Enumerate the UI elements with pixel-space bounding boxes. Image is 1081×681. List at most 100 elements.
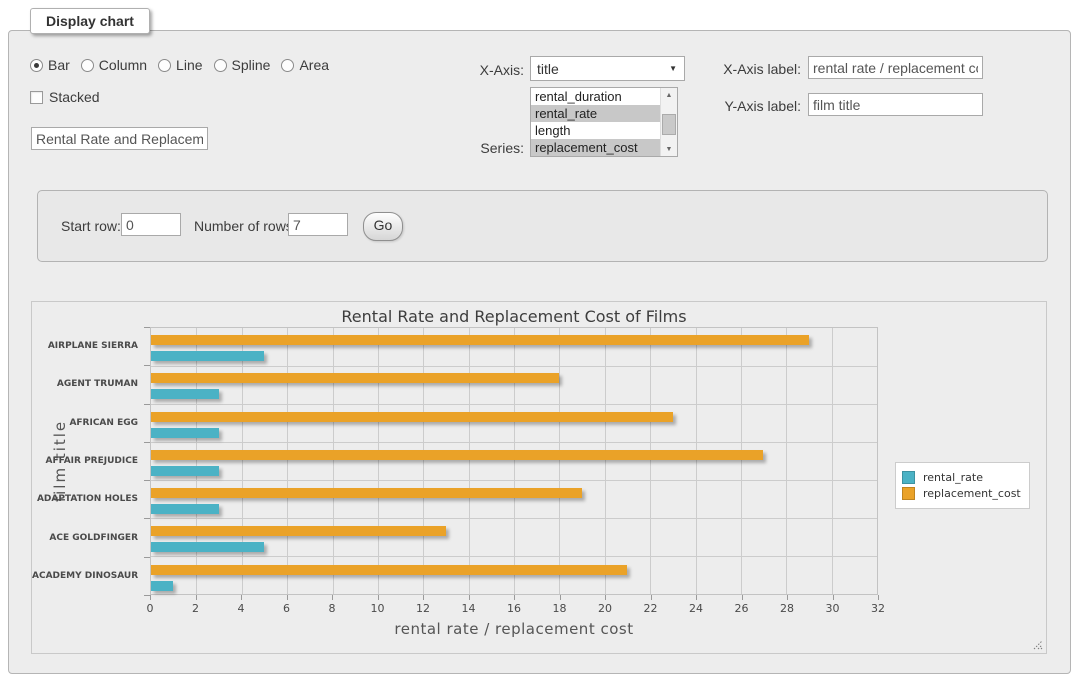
scroll-up-icon[interactable]: ▲ bbox=[661, 88, 677, 102]
y-axis-label-input[interactable] bbox=[808, 93, 983, 116]
series-option-replacement_cost[interactable]: replacement_cost bbox=[531, 139, 661, 156]
x-tick-mark bbox=[696, 595, 697, 600]
y-tick-mark bbox=[144, 518, 150, 519]
x-axis-selected-value: title bbox=[537, 61, 559, 77]
y-tick-mark bbox=[144, 557, 150, 558]
chart-type-option-bar[interactable]: Bar bbox=[30, 57, 70, 73]
series-option-rental_duration[interactable]: rental_duration bbox=[531, 88, 661, 105]
x-tick-mark bbox=[469, 595, 470, 600]
category-label: AIRPLANE SIERRA bbox=[32, 341, 138, 351]
x-tick-label: 14 bbox=[454, 602, 484, 615]
x-tick-mark bbox=[878, 595, 879, 600]
stacked-checkbox[interactable] bbox=[30, 91, 43, 104]
y-tick-mark bbox=[144, 480, 150, 481]
x-tick-mark bbox=[651, 595, 652, 600]
x-tick-mark bbox=[514, 595, 515, 600]
x-tick-label: 22 bbox=[636, 602, 666, 615]
radio-label: Spline bbox=[232, 57, 271, 73]
chart-type-radios: Bar Column Line Spline Area bbox=[30, 57, 340, 73]
scroll-down-icon[interactable]: ▼ bbox=[661, 142, 677, 156]
radio-icon[interactable] bbox=[214, 59, 227, 72]
legend-label: replacement_cost bbox=[923, 487, 1021, 500]
x-tick-mark bbox=[150, 595, 151, 600]
row-range-panel bbox=[37, 190, 1048, 262]
x-tick-label: 26 bbox=[727, 602, 757, 615]
radio-label: Column bbox=[99, 57, 147, 73]
radio-label: Bar bbox=[48, 57, 70, 73]
start-row-label: Start row: bbox=[61, 218, 121, 234]
stacked-label: Stacked bbox=[49, 89, 100, 105]
x-tick-label: 24 bbox=[681, 602, 711, 615]
x-axis-label-field-label: X-Axis label: bbox=[691, 61, 801, 77]
bar-replacement_cost bbox=[151, 373, 559, 383]
y-axis-label-field-label: Y-Axis label: bbox=[691, 98, 801, 114]
x-tick-mark bbox=[241, 595, 242, 600]
bar-group bbox=[151, 481, 877, 519]
y-category-labels: AIRPLANE SIERRAAGENT TRUMANAFRICAN EGGAF… bbox=[32, 327, 144, 595]
legend-entry: replacement_cost bbox=[902, 487, 1021, 500]
x-axis-select-label: X-Axis: bbox=[421, 62, 524, 78]
resize-handle-icon[interactable] bbox=[1031, 638, 1043, 650]
radio-icon[interactable] bbox=[30, 59, 43, 72]
legend-entry: rental_rate bbox=[902, 471, 1021, 484]
bar-group bbox=[151, 519, 877, 557]
panel-legend: Display chart bbox=[30, 8, 150, 34]
go-button[interactable]: Go bbox=[363, 212, 403, 241]
start-row-input[interactable] bbox=[121, 213, 181, 236]
series-options: rental_durationrental_ratelengthreplacem… bbox=[531, 88, 661, 156]
category-label: ACE GOLDFINGER bbox=[32, 533, 138, 543]
x-tick-label: 12 bbox=[408, 602, 438, 615]
x-tick-mark bbox=[423, 595, 424, 600]
stacked-option[interactable]: Stacked bbox=[30, 89, 100, 105]
x-axis-label-input[interactable] bbox=[808, 56, 983, 79]
series-scrollbar[interactable]: ▲ ▼ bbox=[660, 88, 677, 156]
category-label: ACADEMY DINOSAUR bbox=[32, 571, 138, 581]
plot-area bbox=[150, 327, 878, 595]
x-tick-label: 30 bbox=[818, 602, 848, 615]
legend-swatch-replacement_cost bbox=[902, 487, 915, 500]
x-tick-mark bbox=[378, 595, 379, 600]
category-label: ADAPTATION HOLES bbox=[32, 494, 138, 504]
radio-label: Line bbox=[176, 57, 202, 73]
x-axis-select[interactable]: title ▼ bbox=[530, 56, 685, 81]
x-tick-label: 6 bbox=[272, 602, 302, 615]
x-tick-label: 32 bbox=[863, 602, 893, 615]
chart-title-input[interactable] bbox=[31, 127, 208, 150]
x-tick-mark bbox=[196, 595, 197, 600]
radio-icon[interactable] bbox=[281, 59, 294, 72]
legend-label: rental_rate bbox=[923, 471, 983, 484]
x-axis-title: rental rate / replacement cost bbox=[150, 620, 878, 638]
bar-rental_rate bbox=[151, 581, 173, 591]
x-tick-label: 16 bbox=[499, 602, 529, 615]
x-tick-label: 20 bbox=[590, 602, 620, 615]
x-tick-label: 0 bbox=[135, 602, 165, 615]
bar-replacement_cost bbox=[151, 412, 673, 422]
chart-type-option-column[interactable]: Column bbox=[81, 57, 147, 73]
chart-type-option-area[interactable]: Area bbox=[281, 57, 329, 73]
chart-type-option-line[interactable]: Line bbox=[158, 57, 202, 73]
chart-legend: rental_rate replacement_cost bbox=[895, 462, 1030, 509]
bar-rental_rate bbox=[151, 542, 264, 552]
x-tick-mark bbox=[742, 595, 743, 600]
chart-title: Rental Rate and Replacement Cost of Film… bbox=[150, 307, 878, 326]
chart-type-option-spline[interactable]: Spline bbox=[214, 57, 271, 73]
radio-icon[interactable] bbox=[81, 59, 94, 72]
bar-group bbox=[151, 558, 877, 596]
radio-label: Area bbox=[299, 57, 329, 73]
x-tick-mark bbox=[287, 595, 288, 600]
series-option-rental_rate[interactable]: rental_rate bbox=[531, 105, 661, 122]
number-of-rows-label: Number of rows: bbox=[194, 218, 297, 234]
y-tick-mark bbox=[144, 365, 150, 366]
scrollbar-thumb[interactable] bbox=[662, 114, 676, 135]
number-of-rows-input[interactable] bbox=[288, 213, 348, 236]
series-option-length[interactable]: length bbox=[531, 122, 661, 139]
radio-icon[interactable] bbox=[158, 59, 171, 72]
x-tick-label: 2 bbox=[181, 602, 211, 615]
legend-swatch-rental_rate bbox=[902, 471, 915, 484]
series-listbox[interactable]: rental_durationrental_ratelengthreplacem… bbox=[530, 87, 678, 157]
x-tick-label: 8 bbox=[317, 602, 347, 615]
page: Display chart Bar Column Line Spline Area St… bbox=[0, 0, 1081, 681]
dropdown-arrow-icon: ▼ bbox=[669, 64, 677, 73]
bar-rental_rate bbox=[151, 389, 219, 399]
display-chart-panel: BarColumnLineSplineArea Stacked X-Axis: … bbox=[8, 30, 1071, 674]
